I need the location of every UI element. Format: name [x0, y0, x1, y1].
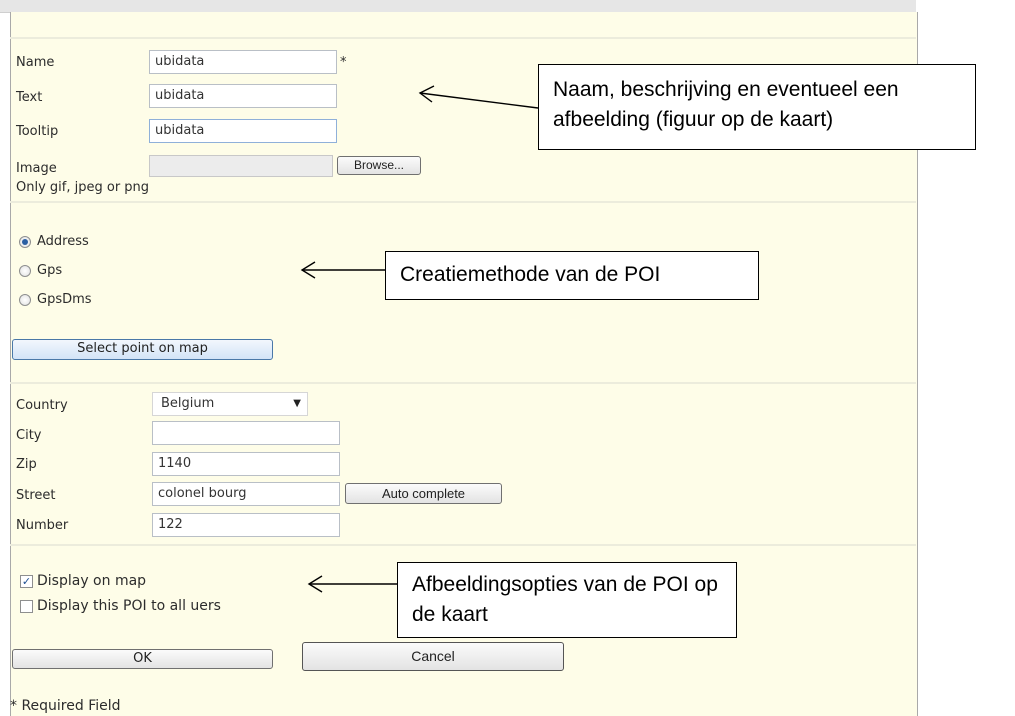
annotation-arrows	[300, 85, 539, 593]
arrow-details-line	[419, 92, 539, 109]
